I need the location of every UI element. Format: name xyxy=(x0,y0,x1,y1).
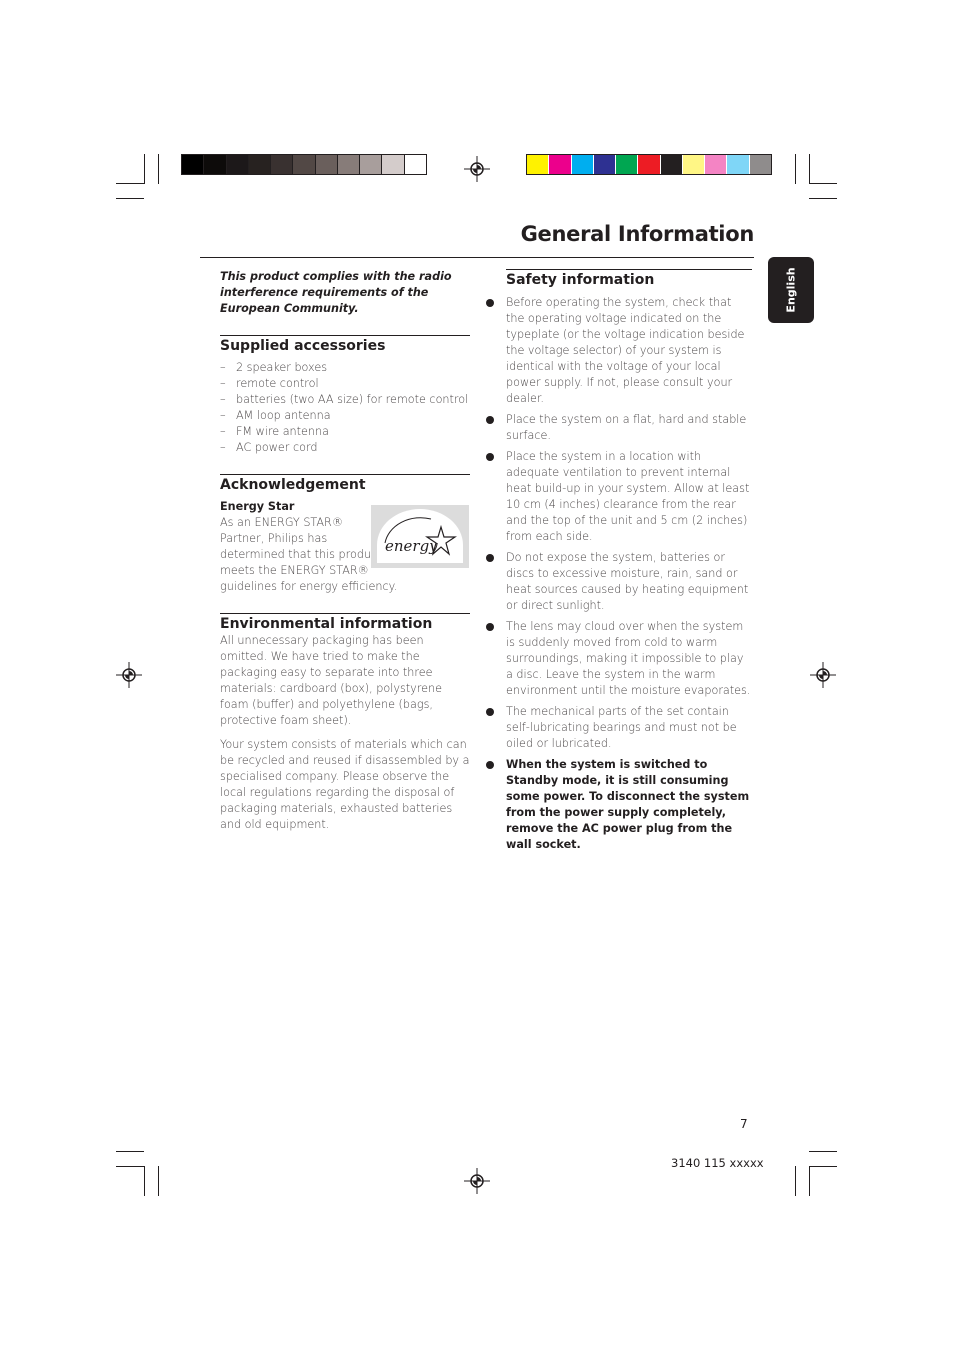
color-swatch xyxy=(749,155,771,174)
list-item: FM wire antenna xyxy=(220,424,470,440)
document-code: 3140 115 xxxxx xyxy=(671,1156,764,1170)
crop-mark xyxy=(158,1166,159,1196)
crop-mark xyxy=(795,1166,796,1196)
language-tab: English xyxy=(768,257,814,323)
section-rule xyxy=(220,474,470,475)
color-swatch xyxy=(727,155,750,174)
crop-mark xyxy=(809,154,810,184)
text-line: guidelines for energy efficiency. xyxy=(220,580,398,593)
list-item: The mechanical parts of the set contain … xyxy=(486,704,752,752)
color-swatch xyxy=(549,155,572,174)
process-color-bar xyxy=(526,154,772,175)
list-item-text: The lens may cloud over when the system … xyxy=(506,620,751,697)
color-swatch xyxy=(204,155,227,174)
color-swatch xyxy=(315,155,338,174)
safety-heading: Safety information xyxy=(506,272,655,288)
bullet-icon xyxy=(486,623,494,631)
supplied-accessories-heading: Supplied accessories xyxy=(220,338,386,354)
acknowledgement-heading: Acknowledgement xyxy=(220,477,366,493)
color-swatch xyxy=(293,155,316,174)
environmental-heading: Environmental information xyxy=(220,616,433,632)
list-item: Place the system on a flat, hard and sta… xyxy=(486,412,752,444)
bullet-icon xyxy=(486,453,494,461)
list-item: The lens may cloud over when the system … xyxy=(486,619,752,699)
bullet-icon xyxy=(486,299,494,307)
registration-mark-icon xyxy=(464,156,490,182)
environmental-paragraph: All unnecessary packaging has been omitt… xyxy=(220,634,443,727)
crop-mark xyxy=(795,154,796,184)
color-swatch xyxy=(593,155,617,174)
list-item: AC power cord xyxy=(220,440,470,456)
color-swatch xyxy=(616,155,639,174)
list-item: batteries (two AA size) for remote contr… xyxy=(220,392,470,408)
accessories-list: 2 speaker boxes remote control batteries… xyxy=(220,360,470,456)
list-item: 2 speaker boxes xyxy=(220,360,470,376)
safety-list: Before operating the system, check that … xyxy=(486,295,752,853)
registration-mark-icon xyxy=(116,662,142,688)
crop-mark xyxy=(809,198,837,199)
list-item: remote control xyxy=(220,376,470,392)
title-rule xyxy=(200,257,754,258)
list-item-text: Place the system on a flat, hard and sta… xyxy=(506,413,747,442)
color-swatch xyxy=(360,155,383,174)
list-item-text: Before operating the system, check that … xyxy=(506,296,745,405)
color-swatch xyxy=(571,155,594,174)
color-swatch xyxy=(382,155,405,174)
crop-mark xyxy=(144,1166,145,1196)
list-item-text: The mechanical parts of the set contain … xyxy=(506,705,737,750)
environmental-section: Environmental information All unnecessar… xyxy=(220,615,470,833)
list-item-text: Place the system in a location with adeq… xyxy=(506,450,750,543)
section-rule xyxy=(220,613,470,614)
color-swatch xyxy=(337,155,361,174)
list-item-text: Do not expose the system, batteries or d… xyxy=(506,551,749,612)
color-swatch xyxy=(182,155,205,174)
color-swatch xyxy=(527,155,550,174)
right-column: Safety information Before operating the … xyxy=(486,269,752,858)
crop-mark xyxy=(809,183,837,184)
list-item: Do not expose the system, batteries or d… xyxy=(486,550,752,614)
standby-warning: When the system is switched to Standby m… xyxy=(486,757,752,853)
color-swatch xyxy=(638,155,661,174)
registration-mark-icon xyxy=(810,662,836,688)
color-swatch xyxy=(271,155,294,174)
bullet-icon xyxy=(486,554,494,562)
color-swatch xyxy=(705,155,728,174)
page-number: 7 xyxy=(740,1117,748,1131)
color-swatch xyxy=(660,155,683,174)
energy-star-logo: energy xyxy=(371,505,469,568)
language-tab-label: English xyxy=(784,267,798,313)
crop-mark xyxy=(116,198,144,199)
crop-mark xyxy=(809,1166,837,1167)
bullet-icon xyxy=(486,708,494,716)
crop-mark xyxy=(809,1151,837,1152)
energy-star-icon: energy xyxy=(377,509,463,563)
list-item: Before operating the system, check that … xyxy=(486,295,752,407)
section-rule xyxy=(220,335,470,336)
grayscale-color-bar xyxy=(181,154,427,175)
page-title: General Information xyxy=(520,222,755,246)
bullet-icon xyxy=(486,761,494,769)
color-swatch xyxy=(682,155,706,174)
list-item: Place the system in a location with adeq… xyxy=(486,449,752,545)
list-item: AM loop antenna xyxy=(220,408,470,424)
registration-mark-icon xyxy=(464,1168,490,1194)
crop-mark xyxy=(116,1151,144,1152)
crop-mark xyxy=(116,1166,144,1167)
crop-mark xyxy=(144,154,145,184)
section-rule xyxy=(506,269,752,270)
crop-mark xyxy=(158,154,159,184)
compliance-statement: This product complies with the radio int… xyxy=(220,270,452,315)
bullet-icon xyxy=(486,416,494,424)
crop-mark xyxy=(116,183,144,184)
color-swatch xyxy=(226,155,249,174)
color-swatch xyxy=(248,155,272,174)
list-item-text: When the system is switched to Standby m… xyxy=(506,758,750,851)
environmental-paragraph: Your system consists of materials which … xyxy=(220,738,470,831)
color-swatch xyxy=(404,155,426,174)
crop-mark xyxy=(809,1166,810,1196)
